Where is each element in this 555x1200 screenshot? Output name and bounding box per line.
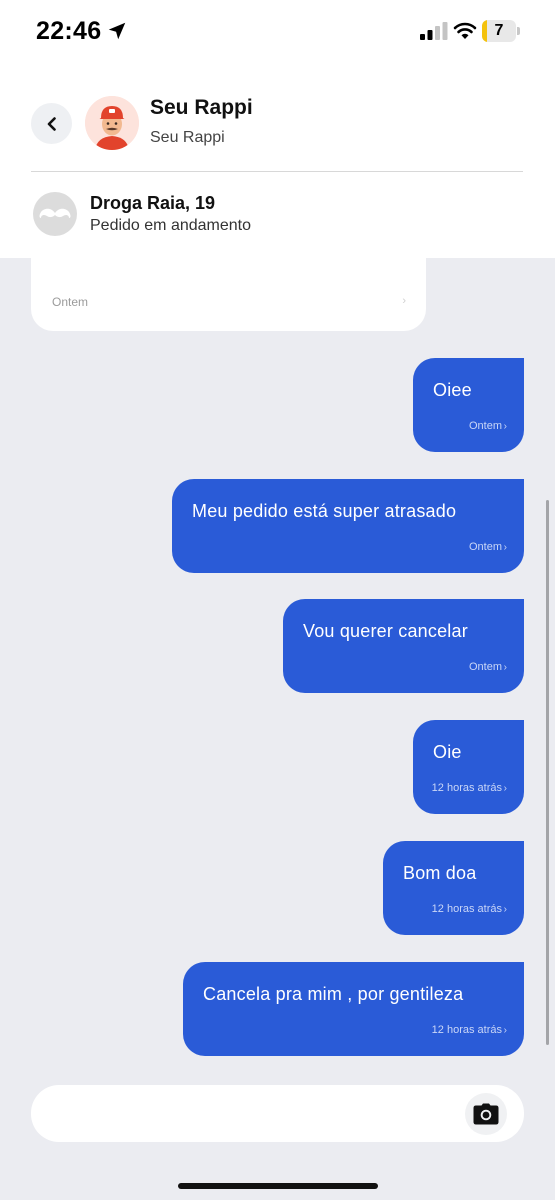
message-text: Cancela pra mim , por gentileza — [203, 984, 464, 1004]
courier-avatar-icon — [85, 96, 139, 150]
message-time: 12 horas atrás — [431, 903, 502, 915]
chat-area[interactable]: Ontem › Oiee Ontem › Meu pedido está sup… — [0, 258, 555, 1078]
outgoing-message[interactable]: Oie 12 horas atrás › — [413, 720, 524, 814]
message-text: Bom doa — [403, 863, 477, 883]
order-status: Pedido em andamento — [90, 217, 251, 234]
status-bar: 22:46 7 — [0, 0, 555, 62]
cellular-signal-icon — [420, 22, 448, 40]
message-text: Meu pedido está super atrasado — [192, 501, 457, 521]
store-name: Droga Raia, 19 — [90, 193, 216, 213]
chat-subtitle: Seu Rappi — [150, 129, 225, 146]
camera-button[interactable] — [465, 1093, 507, 1135]
mustache-icon — [39, 208, 71, 218]
message-time: Ontem — [468, 420, 502, 432]
store-avatar — [33, 192, 77, 236]
message-time: Ontem — [468, 661, 502, 673]
incoming-message: Ontem › — [31, 258, 426, 331]
outgoing-message[interactable]: Cancela pra mim , por gentileza 12 horas… — [183, 962, 524, 1056]
outgoing-message[interactable]: Bom doa 12 horas atrás › — [383, 841, 524, 935]
message-time: 12 horas atrás — [431, 1024, 502, 1036]
outgoing-message[interactable]: Vou querer cancelar Ontem › — [283, 599, 524, 693]
incoming-message-time: Ontem — [52, 295, 89, 309]
home-indicator — [178, 1183, 378, 1189]
camera-icon — [473, 1103, 499, 1125]
chat-title: Seu Rappi — [150, 96, 253, 119]
message-text: Vou querer cancelar — [303, 621, 468, 641]
message-time: Ontem — [468, 541, 502, 553]
battery-icon: 7 — [482, 20, 520, 42]
location-arrow-icon — [108, 22, 126, 40]
avatar — [85, 96, 139, 150]
message-text: Oie — [433, 742, 462, 762]
status-time: 22:46 — [36, 17, 102, 45]
message-text: Oiee — [433, 380, 472, 400]
wifi-icon — [453, 22, 477, 39]
read-tick-icon: › — [503, 783, 507, 794]
outgoing-message[interactable]: Oiee Ontem › — [413, 358, 524, 452]
message-time: 12 horas atrás — [431, 782, 502, 794]
battery-level: 7 — [494, 22, 504, 39]
read-tick-icon: › — [503, 542, 507, 553]
message-input[interactable] — [51, 1099, 471, 1129]
header-divider — [31, 171, 523, 172]
chevron-left-icon — [47, 116, 56, 131]
read-tick-icon: › — [503, 421, 507, 432]
outgoing-message[interactable]: Meu pedido está super atrasado Ontem › — [172, 479, 524, 573]
read-tick-icon: › — [503, 904, 507, 915]
chat-scrollbar[interactable] — [546, 500, 549, 1045]
back-button[interactable] — [31, 103, 72, 144]
read-tick-icon: › — [503, 1025, 507, 1036]
top-panel: 22:46 7 Seu Rappi Seu Rappi Droga Raia, … — [0, 0, 555, 258]
read-tick-icon: › — [503, 662, 507, 673]
read-tick-icon: › — [402, 295, 406, 307]
message-composer — [31, 1085, 524, 1142]
